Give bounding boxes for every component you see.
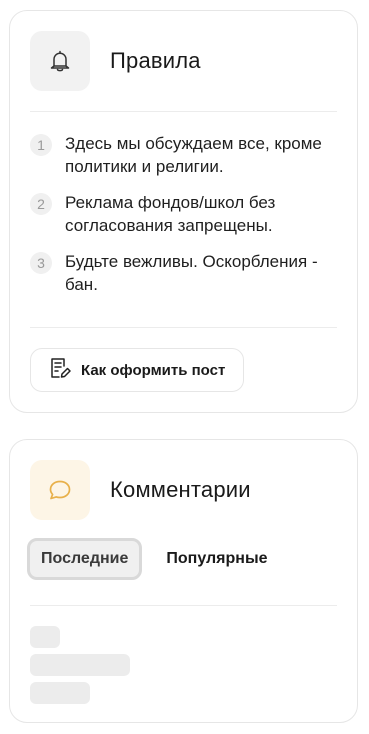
loading-skeleton [30,654,130,676]
rules-header-divider [30,111,337,112]
rule-item: 3 Будьте вежливы. Оскорбления - бан. [30,250,337,296]
rule-text: Реклама фондов/школ без согласования зап… [65,193,276,235]
rules-card: Правила 1 Здесь мы обсуждаем все, кроме … [9,10,358,413]
tab-latest[interactable]: Последние [27,538,143,580]
comments-header: Комментарии [30,460,251,520]
comments-tabs: Последние Популярные [27,538,268,580]
loading-skeleton [30,682,90,704]
how-to-post-label: Как оформить пост [81,361,226,379]
rule-item: 1 Здесь мы обсуждаем все, кроме политики… [30,132,337,178]
rules-title: Правила [110,48,201,73]
comments-title: Комментарии [110,477,251,502]
rule-text: Здесь мы обсуждаем все, кроме политики и… [65,134,322,176]
rule-number: 1 [30,134,52,156]
how-to-post-button[interactable]: Как оформить пост [30,348,245,392]
comments-divider [30,605,337,606]
chat-bubble-icon [30,460,90,520]
comments-card: Комментарии Последние Популярные [9,439,358,723]
document-edit-icon [49,356,71,385]
rules-header: Правила [30,31,201,91]
loading-skeleton [30,626,60,648]
rule-number: 2 [30,193,52,215]
rule-item: 2 Реклама фондов/школ без согласования з… [30,191,337,237]
rule-text: Будьте вежливы. Оскорбления - бан. [65,252,318,294]
rule-number: 3 [30,252,52,274]
rules-footer-divider [30,327,337,328]
tab-popular[interactable]: Популярные [166,550,267,568]
rules-list: 1 Здесь мы обсуждаем все, кроме политики… [30,132,337,309]
bell-icon [30,31,90,91]
